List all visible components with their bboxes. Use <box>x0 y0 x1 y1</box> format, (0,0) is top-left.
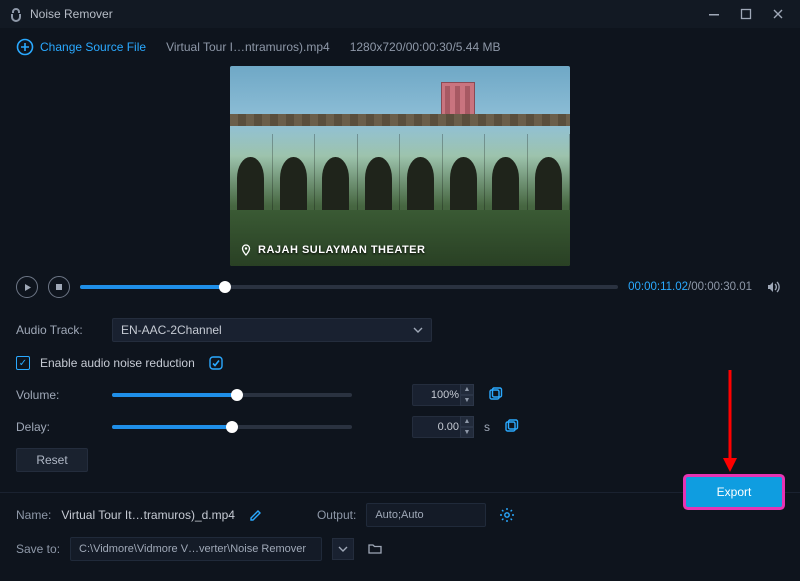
volume-step-down[interactable]: ▼ <box>460 395 474 406</box>
chevron-down-icon <box>413 325 423 335</box>
noise-reduction-row: Enable audio noise reduction <box>16 352 784 374</box>
delay-stepper: ▲ ▼ <box>460 416 474 438</box>
reset-row: Reset <box>16 448 784 472</box>
reset-button[interactable]: Reset <box>16 448 88 472</box>
change-source-label: Change Source File <box>40 40 146 54</box>
volume-icon[interactable] <box>762 276 784 298</box>
delay-label: Delay: <box>16 420 102 434</box>
seek-knob[interactable] <box>219 281 231 293</box>
volume-apply-all-icon[interactable] <box>484 384 506 406</box>
video-caption-text: RAJAH SULAYMAN THEATER <box>258 244 425 256</box>
output-label: Output: <box>317 508 356 522</box>
location-pin-icon <box>240 244 252 256</box>
noise-reduction-label: Enable audio noise reduction <box>40 356 195 370</box>
delay-knob[interactable] <box>226 421 238 433</box>
saveto-path-field[interactable]: C:\Vidmore\Vidmore V…verter\Noise Remove… <box>70 537 322 561</box>
output-row-1: Name: Virtual Tour It…tramuros)_d.mp4 Ou… <box>16 503 784 527</box>
source-meta: 1280x720/00:00:30/5.44 MB <box>350 40 501 54</box>
volume-value-box[interactable]: 100% <box>412 384 464 406</box>
delay-slider[interactable] <box>112 425 352 429</box>
noise-reduction-checkbox[interactable] <box>16 356 30 370</box>
output-panel: Name: Virtual Tour It…tramuros)_d.mp4 Ou… <box>0 492 800 581</box>
stop-button[interactable] <box>48 276 70 298</box>
export-button[interactable]: Export <box>686 477 782 507</box>
titlebar-left: Noise Remover <box>8 6 113 22</box>
delay-row: Delay: 0.00 ▲ ▼ s <box>16 416 784 438</box>
app-logo-icon <box>8 6 24 22</box>
playback-bar: 00:00:11.02/00:00:30.01 <box>0 266 800 312</box>
open-folder-button[interactable] <box>364 538 386 560</box>
seek-fill <box>80 285 225 289</box>
output-row-2: Save to: C:\Vidmore\Vidmore V…verter\Noi… <box>16 537 784 561</box>
volume-value: 100% <box>431 389 459 401</box>
saveto-dropdown-button[interactable] <box>332 538 354 560</box>
delay-apply-all-icon[interactable] <box>500 416 522 438</box>
audio-track-value: EN-AAC-2Channel <box>121 323 222 337</box>
noise-reduction-info-icon[interactable] <box>205 352 227 374</box>
video-caption-overlay: RAJAH SULAYMAN THEATER <box>240 244 425 256</box>
current-time: 00:00:11.02 <box>628 281 688 293</box>
volume-stepper: ▲ ▼ <box>460 384 474 406</box>
duration-time: 00:00:30.01 <box>691 281 752 293</box>
volume-label: Volume: <box>16 388 102 402</box>
saveto-path-value: C:\Vidmore\Vidmore V…verter\Noise Remove… <box>79 543 306 555</box>
volume-slider[interactable] <box>112 393 352 397</box>
preview-area: RAJAH SULAYMAN THEATER <box>0 66 800 266</box>
titlebar: Noise Remover <box>0 0 800 28</box>
saveto-label: Save to: <box>16 542 60 556</box>
close-button[interactable] <box>764 4 792 24</box>
volume-knob[interactable] <box>231 389 243 401</box>
source-filename: Virtual Tour I…ntramuros).mp4 <box>166 40 330 54</box>
video-preview[interactable]: RAJAH SULAYMAN THEATER <box>230 66 570 266</box>
toolbar: Change Source File Virtual Tour I…ntramu… <box>0 28 800 66</box>
volume-fill <box>112 393 237 397</box>
delay-step-down[interactable]: ▼ <box>460 427 474 438</box>
output-name-value: Virtual Tour It…tramuros)_d.mp4 <box>61 508 235 522</box>
play-button[interactable] <box>16 276 38 298</box>
plus-circle-icon <box>16 38 34 56</box>
output-format-value: Auto;Auto <box>375 509 423 521</box>
reset-label: Reset <box>36 453 67 467</box>
delay-step-up[interactable]: ▲ <box>460 416 474 427</box>
time-display: 00:00:11.02/00:00:30.01 <box>628 281 752 293</box>
volume-row: Volume: 100% ▲ ▼ <box>16 384 784 406</box>
maximize-button[interactable] <box>732 4 760 24</box>
delay-value: 0.00 <box>438 421 459 433</box>
audio-controls: Audio Track: EN-AAC-2Channel Enable audi… <box>0 312 800 492</box>
delay-unit: s <box>484 420 490 434</box>
volume-step-up[interactable]: ▲ <box>460 384 474 395</box>
output-format-field[interactable]: Auto;Auto <box>366 503 486 527</box>
seek-slider[interactable] <box>80 285 618 289</box>
export-label: Export <box>717 485 752 499</box>
app-title: Noise Remover <box>30 7 113 21</box>
audio-track-row: Audio Track: EN-AAC-2Channel <box>16 318 784 342</box>
minimize-button[interactable] <box>700 4 728 24</box>
window-controls <box>700 4 792 24</box>
change-source-button[interactable]: Change Source File <box>16 38 146 56</box>
delay-fill <box>112 425 232 429</box>
delay-value-box[interactable]: 0.00 <box>412 416 464 438</box>
audio-track-select[interactable]: EN-AAC-2Channel <box>112 318 432 342</box>
audio-track-label: Audio Track: <box>16 323 102 337</box>
name-label: Name: <box>16 508 51 522</box>
